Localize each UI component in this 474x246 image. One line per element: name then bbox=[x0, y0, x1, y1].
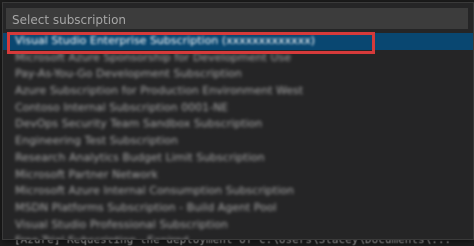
subscription-list-item[interactable]: Pay-As-You-Go Development Subscription bbox=[3, 66, 473, 83]
list-scrollbar[interactable] bbox=[467, 33, 473, 233]
subscription-item-label: DevOps Security Team Sandbox Subscriptio… bbox=[15, 117, 263, 131]
subscription-item-label: Free Trial Subscription - Expired bbox=[15, 233, 189, 239]
subscription-item-label: Research Analytics Budget Limit Subscrip… bbox=[15, 150, 265, 164]
subscription-list-item[interactable]: Azure Subscription for Production Enviro… bbox=[3, 83, 473, 100]
subscription-list-item[interactable]: Visual Studio Professional Subscription bbox=[3, 217, 473, 234]
subscription-list-item[interactable]: Contoso Internal Subscription 0001-NE bbox=[3, 100, 473, 117]
subscription-item-label: Visual Studio Enterprise Subscription (x… bbox=[15, 34, 316, 47]
subscription-list-item[interactable]: Research Analytics Budget Limit Subscrip… bbox=[3, 150, 473, 167]
subscription-list-item[interactable]: DevOps Security Team Sandbox Subscriptio… bbox=[3, 116, 473, 133]
subscription-list: Visual Studio Enterprise Subscription (x… bbox=[3, 33, 473, 239]
subscription-search-input[interactable] bbox=[7, 10, 467, 30]
subscription-list-item[interactable]: Visual Studio Enterprise Subscription (x… bbox=[3, 33, 473, 50]
subscription-list-item[interactable]: Free Trial Subscription - Expired bbox=[3, 233, 473, 239]
subscription-item-label: Microsoft Azure Sponsorship for Developm… bbox=[15, 50, 291, 64]
subscription-list-item[interactable]: Microsoft Azure Internal Consumption Sub… bbox=[3, 183, 473, 200]
subscription-item-label: Visual Studio Professional Subscription bbox=[15, 217, 228, 231]
quick-pick-input-wrapper bbox=[6, 8, 468, 30]
subscription-item-label: Microsoft Azure Internal Consumption Sub… bbox=[15, 184, 294, 198]
subscription-list-item[interactable]: Microsoft Partner Network bbox=[3, 167, 473, 184]
subscription-list-item[interactable]: MSDN Platforms Subscription - Build Agen… bbox=[3, 200, 473, 217]
subscription-list-item[interactable]: Microsoft Azure Sponsorship for Developm… bbox=[3, 50, 473, 67]
quick-pick-panel: Visual Studio Enterprise Subscription (x… bbox=[2, 2, 474, 240]
editor-window: [Azure] Requesting the deployment of c:\… bbox=[0, 0, 474, 246]
subscription-item-label: Pay-As-You-Go Development Subscription bbox=[15, 67, 242, 81]
subscription-item-label: Contoso Internal Subscription 0001-NE bbox=[15, 100, 229, 114]
subscription-item-label: Azure Subscription for Production Enviro… bbox=[15, 84, 304, 98]
subscription-list-item[interactable]: Engineering Test Subscription bbox=[3, 133, 473, 150]
subscription-item-label: Microsoft Partner Network bbox=[15, 167, 158, 181]
subscription-item-label: Engineering Test Subscription bbox=[15, 134, 179, 148]
subscription-item-label: MSDN Platforms Subscription - Build Agen… bbox=[15, 200, 277, 214]
